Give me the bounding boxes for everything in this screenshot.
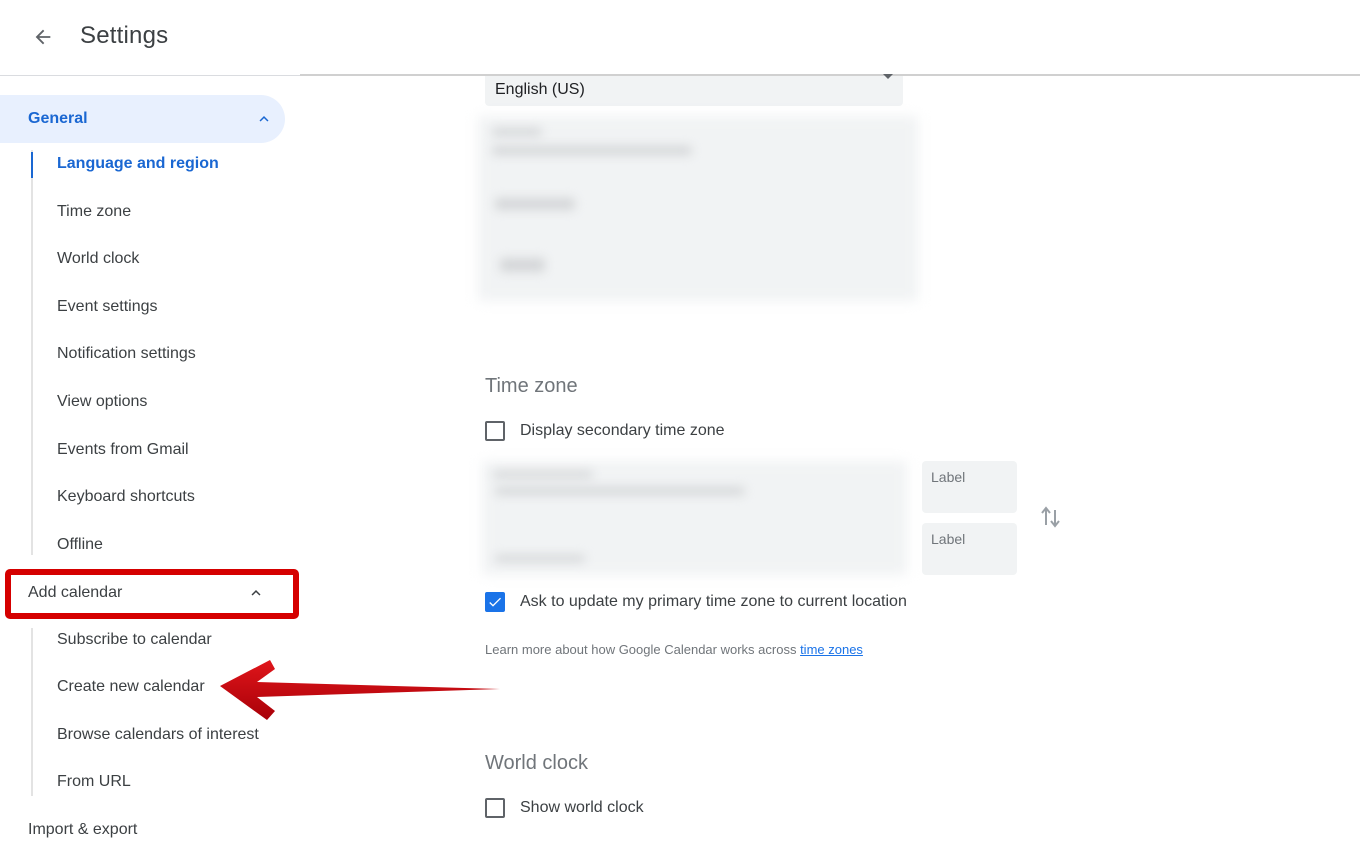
blurred-text xyxy=(500,258,545,272)
arrow-left-icon xyxy=(35,29,51,45)
sidebar-item-world-clock[interactable]: World clock xyxy=(57,250,139,268)
checkbox-unchecked-icon xyxy=(485,798,505,818)
blurred-text xyxy=(492,128,542,136)
page-title: Settings xyxy=(80,22,169,49)
checkbox-label: Ask to update my primary time zone to cu… xyxy=(520,593,907,610)
sidebar-item-view-options[interactable]: View options xyxy=(57,393,147,411)
sidebar-item-language-and-region[interactable]: Language and region xyxy=(57,155,219,173)
swap-vertical-icon[interactable] xyxy=(1038,503,1064,531)
nav-tree-line xyxy=(31,628,33,796)
blurred-text xyxy=(492,146,692,155)
sidebar-item-event-settings[interactable]: Event settings xyxy=(57,298,158,316)
sidebar-item-browse-calendars-of-interest[interactable]: Browse calendars of interest xyxy=(57,726,259,744)
time-zones-link[interactable]: time zones xyxy=(800,642,863,657)
sidebar-item-subscribe-to-calendar[interactable]: Subscribe to calendar xyxy=(57,631,212,649)
blurred-text xyxy=(495,487,745,495)
annotation-highlight-box xyxy=(5,569,299,619)
language-select[interactable]: English (US) xyxy=(485,74,903,106)
checkbox-unchecked-icon xyxy=(485,421,505,441)
blurred-text xyxy=(493,471,593,478)
secondary-time-zone-label-field[interactable]: Label xyxy=(922,523,1017,575)
sidebar-item-create-new-calendar[interactable]: Create new calendar xyxy=(57,678,205,696)
world-clock-section-title: World clock xyxy=(485,752,588,774)
sidebar-group-label: General xyxy=(28,110,88,127)
language-select-value: English (US) xyxy=(495,81,585,98)
time-zone-section-title: Time zone xyxy=(485,375,578,397)
sidebar-item-time-zone[interactable]: Time zone xyxy=(57,203,131,221)
annotation-arrow-icon xyxy=(220,660,500,720)
sidebar-group-label: Import & export xyxy=(28,821,138,838)
chevron-up-icon xyxy=(259,116,269,122)
nav-tree-line xyxy=(31,150,33,555)
app-header: Settings xyxy=(0,0,1360,76)
primary-time-zone-label-field[interactable]: Label xyxy=(922,461,1017,513)
learn-more-prefix: Learn more about how Google Calendar wor… xyxy=(485,642,801,657)
back-button[interactable] xyxy=(28,22,58,52)
sidebar-item-events-from-gmail[interactable]: Events from Gmail xyxy=(57,441,189,459)
blurred-text xyxy=(495,555,585,562)
checkbox-label: Display secondary time zone xyxy=(520,422,725,439)
sidebar-item-keyboard-shortcuts[interactable]: Keyboard shortcuts xyxy=(57,488,195,506)
learn-more-text: Learn more about how Google Calendar wor… xyxy=(485,642,863,657)
sidebar-group-import-export[interactable]: Import & export xyxy=(0,806,285,854)
checkbox-checked-icon xyxy=(485,592,505,612)
dropdown-caret-icon xyxy=(883,74,893,79)
sidebar-item-offline[interactable]: Offline xyxy=(57,536,103,554)
display-secondary-time-zone-checkbox[interactable]: Display secondary time zone xyxy=(485,421,725,441)
sidebar-item-notification-settings[interactable]: Notification settings xyxy=(57,345,196,363)
blurred-text xyxy=(495,198,575,210)
show-world-clock-checkbox[interactable]: Show world clock xyxy=(485,798,644,818)
checkbox-label: Show world clock xyxy=(520,799,644,816)
nav-active-indicator xyxy=(31,152,33,178)
ask-update-time-zone-checkbox[interactable]: Ask to update my primary time zone to cu… xyxy=(485,592,907,612)
sidebar-group-general[interactable]: General xyxy=(0,95,285,143)
sidebar-item-from-url[interactable]: From URL xyxy=(57,773,131,791)
